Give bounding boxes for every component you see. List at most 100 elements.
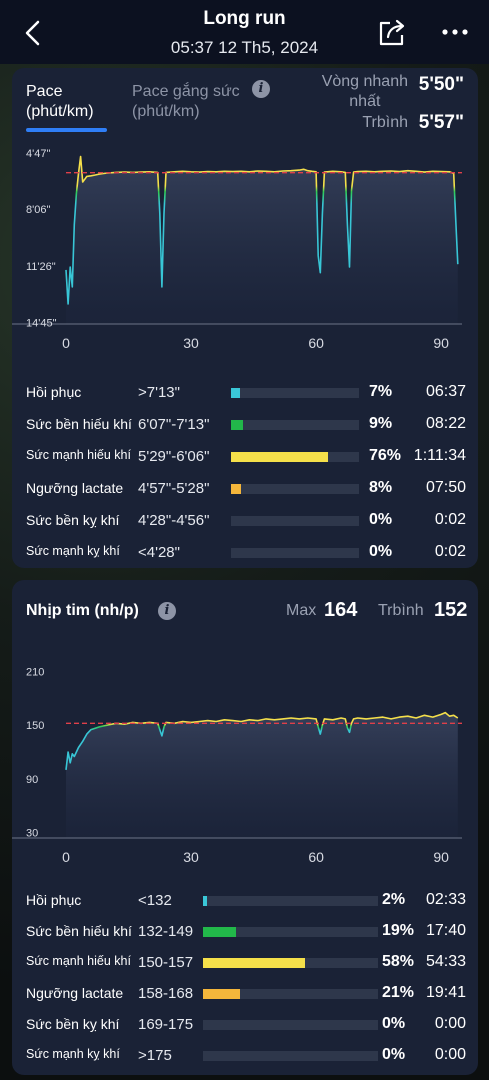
zone-duration: 0:02 xyxy=(434,543,466,560)
pace-chart: 4'47" 8'06" 11'26" 14'45" 0 30 60 90 xyxy=(12,144,478,359)
x-tick-label: 30 xyxy=(183,335,199,351)
zone-percentage: 19% xyxy=(382,922,415,939)
zone-range: 5'29"-6'06" xyxy=(138,448,210,465)
zone-row: Sức mạnh kỵ khí >175 0% 0:00 xyxy=(26,1045,466,1067)
zone-row: Sức bền kỵ khí 169-175 0% 0:00 xyxy=(26,1014,466,1036)
zone-name: Ngưỡng lactate xyxy=(26,985,124,1001)
zone-bar-fill xyxy=(203,958,305,968)
zone-duration: 06:37 xyxy=(425,383,466,400)
x-tick-label: 30 xyxy=(183,849,199,865)
zone-bar-track xyxy=(203,958,378,968)
zone-duration: 0:02 xyxy=(434,511,466,528)
zone-range: >7'13" xyxy=(138,384,180,401)
x-tick-label: 0 xyxy=(62,849,70,865)
y-tick-label: 90 xyxy=(26,774,38,786)
zone-name: Sức bền kỵ khí xyxy=(26,1016,120,1032)
zone-bar-fill xyxy=(231,420,243,430)
zone-bar-track xyxy=(231,420,359,430)
y-tick-label: 14'45" xyxy=(26,317,57,329)
zone-bar-track xyxy=(231,548,359,558)
zone-duration: 08:22 xyxy=(425,415,466,432)
tab-pace-unit: (phút/km) xyxy=(26,103,94,120)
zone-row: Sức bền hiếu khí 132-149 19% 17:40 xyxy=(26,921,466,943)
info-icon[interactable]: i xyxy=(252,80,270,98)
zone-range: 169-175 xyxy=(138,1016,194,1033)
zone-row: Hồi phục <132 2% 02:33 xyxy=(26,890,466,912)
zone-bar-track xyxy=(231,516,359,526)
zone-duration: 0:00 xyxy=(434,1015,466,1032)
zone-row: Sức mạnh hiếu khí 150-157 58% 54:33 xyxy=(26,952,466,974)
share-icon[interactable] xyxy=(376,18,408,48)
zone-duration: 07:50 xyxy=(425,479,466,496)
x-tick-label: 60 xyxy=(308,335,324,351)
y-tick-label: 4'47" xyxy=(26,148,50,160)
zone-name: Sức bền hiếu khí xyxy=(26,416,132,432)
activity-datetime: 05:37 12 Th5, 2024 xyxy=(170,38,319,57)
zone-range: <132 xyxy=(138,892,172,909)
zone-percentage: 2% xyxy=(382,891,406,908)
zone-bar-track xyxy=(231,388,359,398)
zone-row: Sức bền kỵ khí 4'28"-4'56" 0% 0:02 xyxy=(26,510,466,532)
zone-bar-track xyxy=(203,1020,378,1030)
zone-name: Sức bền kỵ khí xyxy=(26,512,120,528)
zone-bar-track xyxy=(231,452,359,462)
y-tick-label: 11'26" xyxy=(26,261,56,273)
tab-grade-adjusted-pace-label: Pace gắng sức xyxy=(132,83,240,100)
zone-range: 158-168 xyxy=(138,985,194,1002)
tab-pace-label: Pace xyxy=(26,83,63,100)
y-tick-label: 8'06" xyxy=(26,204,50,216)
zone-duration: 19:41 xyxy=(425,984,466,1001)
zone-percentage: 7% xyxy=(369,383,393,400)
fastest-lap-label-line2: nhất xyxy=(349,93,381,110)
x-tick-label: 90 xyxy=(433,849,449,865)
zone-percentage: 76% xyxy=(369,447,402,464)
zone-row: Ngưỡng lactate 158-168 21% 19:41 xyxy=(26,983,466,1005)
fastest-lap-label-line1: Vòng nhanh xyxy=(321,73,408,90)
zone-bar-track xyxy=(203,927,378,937)
zone-name: Sức mạnh hiếu khí xyxy=(26,448,131,462)
y-tick-label: 30 xyxy=(26,828,38,840)
top-bar: Long run 05:37 12 Th5, 2024 xyxy=(0,0,489,64)
tab-grade-adjusted-pace-unit: (phút/km) xyxy=(132,103,200,120)
chart-area-fill xyxy=(66,712,458,838)
zone-name: Hồi phục xyxy=(26,892,82,908)
zone-row: Ngưỡng lactate 4'57"-5'28" 8% 07:50 xyxy=(26,478,466,500)
tab-pace[interactable]: Pace (phút/km) xyxy=(26,82,94,122)
hr-info-icon[interactable]: i xyxy=(158,602,176,620)
zone-percentage: 8% xyxy=(369,479,393,496)
heart-rate-title: Nhịp tim (nh/p) xyxy=(26,602,139,619)
zone-bar-track xyxy=(231,484,359,494)
zone-range: 132-149 xyxy=(138,923,194,940)
zone-percentage: 0% xyxy=(382,1046,406,1063)
more-options-icon[interactable] xyxy=(440,22,470,42)
tab-grade-adjusted-pace[interactable]: Pace gắng sức (phút/km) xyxy=(132,82,240,122)
zone-range: >175 xyxy=(138,1047,172,1064)
x-tick-label: 60 xyxy=(308,849,324,865)
zone-name: Sức bền hiếu khí xyxy=(26,923,132,939)
avg-pace-label: Trbình xyxy=(362,114,408,131)
zone-percentage: 9% xyxy=(369,415,393,432)
zone-row: Sức mạnh kỵ khí <4'28" 0% 0:02 xyxy=(26,542,466,564)
zone-duration: 0:00 xyxy=(434,1046,466,1063)
zone-bar-track xyxy=(203,1051,378,1061)
fastest-lap-label: Vòng nhanh nhất xyxy=(322,72,408,112)
zone-percentage: 0% xyxy=(369,543,393,560)
zone-duration: 1:11:34 xyxy=(413,447,466,464)
heart-rate-card: Nhịp tim (nh/p) i Max 164 Trbình 152 210… xyxy=(12,580,478,1075)
zone-percentage: 0% xyxy=(369,511,393,528)
heart-rate-chart: 210 150 90 30 0 30 60 90 xyxy=(12,658,478,873)
zone-bar-fill xyxy=(203,896,207,906)
zone-bar-fill xyxy=(231,388,240,398)
pace-card: Pace (phút/km) Pace gắng sức (phút/km) i… xyxy=(12,68,478,568)
zone-duration: 02:33 xyxy=(425,891,466,908)
x-tick-label: 0 xyxy=(62,335,70,351)
zone-bar-fill xyxy=(203,989,240,999)
hr-max-label: Max xyxy=(286,602,317,619)
zone-row: Hồi phục >7'13" 7% 06:37 xyxy=(26,382,466,404)
zone-name: Sức mạnh hiếu khí xyxy=(26,954,131,968)
page-title: Long run xyxy=(203,8,286,29)
y-tick-label: 210 xyxy=(26,666,44,678)
zone-percentage: 21% xyxy=(382,984,415,1001)
avg-pace-value: 5'57" xyxy=(418,112,464,133)
zone-range: 4'28"-4'56" xyxy=(138,512,210,529)
